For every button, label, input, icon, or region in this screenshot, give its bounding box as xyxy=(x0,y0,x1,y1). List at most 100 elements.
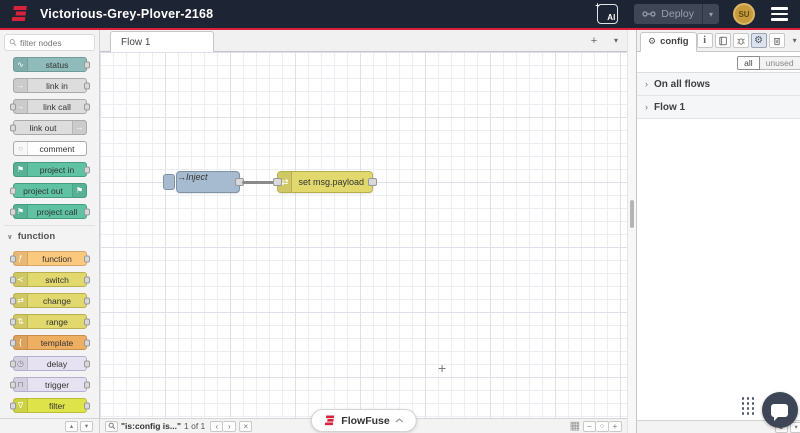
template-icon: { xyxy=(14,336,28,349)
book-icon xyxy=(718,36,727,45)
palette-filter-input[interactable] xyxy=(20,37,90,48)
search-nav-group: ‹ › xyxy=(210,420,237,432)
bug-icon xyxy=(736,37,745,45)
deploy-button[interactable]: Deploy ▾ xyxy=(634,4,719,24)
flowfuse-assistant-button[interactable]: FlowFuse xyxy=(310,409,417,432)
zoom-in-button[interactable]: + xyxy=(609,420,622,432)
chevron-right-icon: › xyxy=(645,102,648,112)
palette-node-switch[interactable]: ≺ switch xyxy=(10,272,90,287)
palette-node-list: ∿ status → link in → link call → link ou… xyxy=(0,55,99,418)
output-port[interactable] xyxy=(368,178,377,186)
node-label: set msg.payload xyxy=(298,177,364,187)
palette-node-trigger[interactable]: ⊓ trigger xyxy=(10,377,90,392)
tab-config[interactable]: ⚙ config xyxy=(640,31,697,52)
gear-icon: ⚙ xyxy=(648,36,657,46)
palette-filter xyxy=(4,34,95,51)
input-port[interactable] xyxy=(273,178,282,186)
debug-tab-button[interactable] xyxy=(732,33,749,48)
config-filter-row: all unused xyxy=(637,52,800,72)
palette-node-link-call[interactable]: → link call xyxy=(10,99,90,114)
flowfuse-icon xyxy=(324,415,334,426)
search-prev-button[interactable]: ‹ xyxy=(210,420,224,432)
node-inject[interactable]: → Inject xyxy=(176,171,244,193)
status-icon: ∿ xyxy=(14,58,28,71)
chat-bubble-icon xyxy=(771,403,789,421)
chat-widget-button[interactable] xyxy=(761,392,798,428)
inject-trigger-button[interactable] xyxy=(163,174,175,190)
zoom-out-button[interactable]: − xyxy=(583,420,596,432)
palette-node-project-out[interactable]: ⚑ project out xyxy=(10,183,87,198)
add-flow-button[interactable]: + xyxy=(583,30,605,51)
config-section-label: On all flows xyxy=(654,78,711,90)
palette-scroll-down-button[interactable]: ▾ xyxy=(80,420,93,432)
palette-node-link-out[interactable]: → link out xyxy=(10,120,87,135)
node-red-editor: Victorious-Grey-Plover-2168 + AI Deploy … xyxy=(0,0,800,433)
trigger-icon: ⊓ xyxy=(14,378,28,391)
scrollbar-thumb[interactable] xyxy=(630,200,634,228)
palette-node-range[interactable]: ⇅ range xyxy=(10,314,90,329)
node-port xyxy=(10,208,16,215)
config-tab-button[interactable]: ⚙ xyxy=(750,33,767,48)
search-button[interactable] xyxy=(105,420,118,432)
zoom-controls: − ○ + xyxy=(583,420,622,432)
deploy-options-caret-icon[interactable]: ▾ xyxy=(703,10,719,19)
node-port xyxy=(10,103,16,110)
info-tab-button[interactable]: i xyxy=(696,33,713,48)
config-section-flow-1[interactable]: › Flow 1 xyxy=(637,96,800,119)
palette-node-filter[interactable]: ∇ filter xyxy=(10,398,90,413)
chevron-right-icon: › xyxy=(645,79,648,89)
palette-node-label: link in xyxy=(46,80,68,91)
main-menu-icon[interactable] xyxy=(769,4,790,24)
minimap-icon[interactable]: ▦ xyxy=(570,420,580,432)
palette-node-project-in[interactable]: ⚑ project in xyxy=(13,162,90,177)
range-icon: ⇅ xyxy=(14,315,28,328)
flow-list-caret-icon[interactable]: ▾ xyxy=(605,30,627,51)
node-port xyxy=(84,208,90,215)
trash-icon xyxy=(773,37,780,45)
flow-tabbar: Flow 1 + ▾ xyxy=(100,30,627,52)
config-node-list: › On all flows › Flow 1 xyxy=(637,72,800,119)
node-port xyxy=(10,297,16,304)
sidebar-toolbar: ⚙ config i ⚙ ▾ xyxy=(637,30,800,52)
palette-node-function[interactable]: ƒ function xyxy=(10,251,90,266)
avatar[interactable]: SU xyxy=(733,3,755,25)
node-port xyxy=(84,276,90,283)
node-port xyxy=(84,360,90,367)
flow-canvas[interactable]: → Inject ⇄ set msg.payload + xyxy=(100,52,627,418)
palette-node-label: switch xyxy=(45,274,69,285)
cursor-crosshair: + xyxy=(438,360,447,376)
app-title: Victorious-Grey-Plover-2168 xyxy=(40,7,214,21)
node-port xyxy=(10,318,16,325)
palette-node-status[interactable]: ∿ status xyxy=(13,57,90,72)
filter-all-button[interactable]: all xyxy=(737,55,760,70)
help-tab-button[interactable] xyxy=(714,33,731,48)
palette-node-delay[interactable]: ◷ delay xyxy=(10,356,90,371)
node-port xyxy=(10,276,16,283)
search-close-button[interactable]: × xyxy=(239,420,253,432)
palette-node-project-call[interactable]: ⚑ project call xyxy=(10,204,90,219)
filter-unused-button[interactable]: unused xyxy=(759,55,800,70)
palette-node-template[interactable]: { template xyxy=(10,335,90,350)
search-result-count: 1 of 1 xyxy=(184,421,206,431)
palette-scroll-up-button[interactable]: ▴ xyxy=(65,420,78,432)
palette-node-change[interactable]: ⇄ change xyxy=(10,293,90,308)
config-section-on-all-flows[interactable]: › On all flows xyxy=(637,73,800,96)
palette-node-comment[interactable]: ○ comment xyxy=(13,141,87,156)
tab-flow-1[interactable]: Flow 1 xyxy=(110,31,214,52)
palette-node-label: project call xyxy=(36,206,78,217)
zoom-reset-button[interactable]: ○ xyxy=(596,420,609,432)
config-tab-label: config xyxy=(660,36,689,47)
sidebar-menu-caret-icon[interactable]: ▾ xyxy=(787,33,800,48)
node-port xyxy=(84,339,90,346)
canvas-scrollbar[interactable] xyxy=(627,30,636,433)
node-change[interactable]: ⇄ set msg.payload xyxy=(273,171,377,193)
palette-category-function[interactable]: ∨ function xyxy=(4,225,95,245)
workspace: Flow 1 + ▾ → Inject ⇄ set msg.payload + … xyxy=(100,30,627,433)
node-port xyxy=(84,166,90,173)
context-tab-button[interactable] xyxy=(768,33,785,48)
search-next-button[interactable]: › xyxy=(223,420,237,432)
palette-node-label: status xyxy=(45,59,69,70)
ai-assistant-button[interactable]: + AI xyxy=(595,1,619,24)
palette-category-label: function xyxy=(17,231,56,242)
palette-node-link-in[interactable]: → link in xyxy=(13,78,90,93)
